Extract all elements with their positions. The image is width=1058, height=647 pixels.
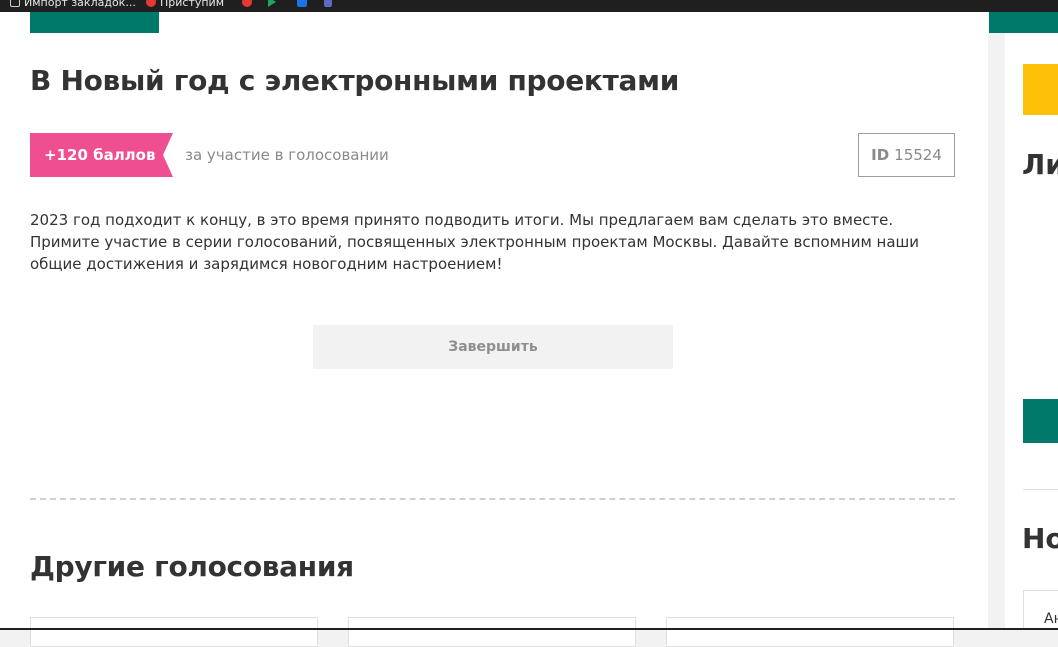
- top-accent-tab: [30, 12, 159, 33]
- sidebar-card[interactable]: Ан: [1023, 590, 1058, 630]
- poll-card: В Новый год с электронными проектами +12…: [0, 12, 988, 647]
- bookmark-start[interactable]: Приступим: [146, 0, 224, 9]
- sidebar-heading: Ли: [1022, 148, 1058, 181]
- bookmark-play[interactable]: [268, 0, 280, 9]
- play-icon: [268, 0, 276, 7]
- bookmark-label: Импорт закладок...: [24, 0, 136, 9]
- other-polls-title: Другие голосования: [30, 550, 354, 583]
- bookmark-folder-icon: [10, 0, 20, 7]
- points-badge: +120 баллов: [30, 133, 173, 177]
- page-title: В Новый год с электронными проектами: [30, 64, 680, 97]
- sidebar-accent-tab: [989, 12, 1058, 33]
- sidebar-button[interactable]: [1023, 399, 1058, 443]
- finish-button[interactable]: Завершить: [313, 325, 673, 369]
- bookmarks-bar: Импорт закладок... Приступим: [0, 0, 1058, 12]
- sidebar-divider: [1023, 489, 1058, 490]
- points-caption: за участие в голосовании: [185, 146, 389, 164]
- bookmark-app[interactable]: [324, 0, 336, 9]
- bookmark-yandex[interactable]: [242, 0, 256, 9]
- app-icon: [324, 0, 332, 7]
- bookmark-import[interactable]: Импорт закладок...: [10, 0, 136, 9]
- bookmark-label: Приступим: [160, 0, 225, 9]
- sidebar-card-text: Ан: [1044, 611, 1058, 627]
- bookmark-blue[interactable]: [297, 0, 311, 9]
- sidebar-yellow-block: [1023, 64, 1058, 115]
- yandex-icon: [242, 0, 252, 7]
- blue-square-icon: [297, 0, 307, 7]
- id-label: ID: [871, 146, 890, 164]
- id-value: 15524: [894, 146, 942, 164]
- opera-icon: [146, 0, 156, 7]
- poll-description: 2023 год подходит к концу, в это время п…: [30, 211, 920, 273]
- dashed-divider: [30, 498, 955, 500]
- poll-id-box: ID 15524: [858, 133, 955, 177]
- other-poll-card[interactable]: [666, 617, 954, 647]
- other-poll-card[interactable]: [348, 617, 636, 647]
- other-poll-card[interactable]: [30, 617, 318, 647]
- sidebar-heading: Но: [1022, 522, 1058, 555]
